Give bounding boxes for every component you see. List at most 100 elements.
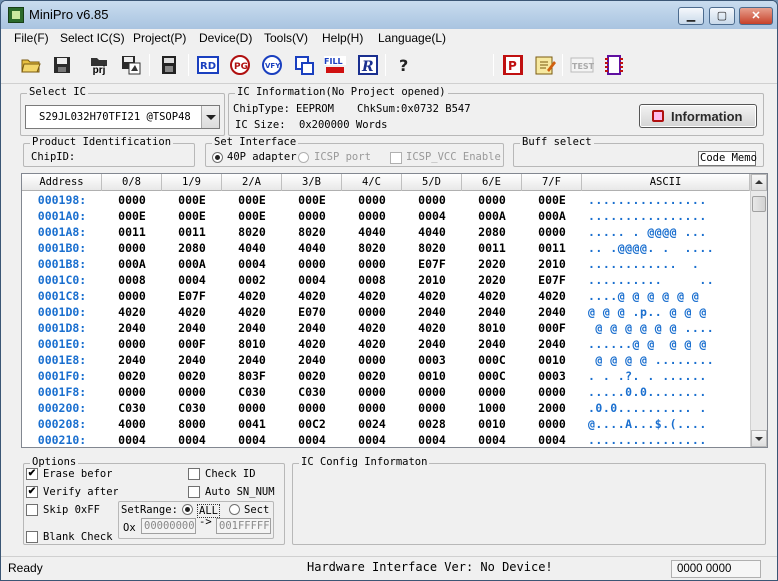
hex-cell[interactable]: 000A	[462, 208, 522, 224]
hex-cell[interactable]: 0000	[342, 256, 402, 272]
maximize-button[interactable]: ▢	[709, 7, 735, 25]
hex-cell[interactable]: 0000	[342, 352, 402, 368]
ascii-cell[interactable]: ......@ @ @ @ @	[582, 336, 750, 352]
table-row[interactable]: 000198: 0000 000E 000E 000E 0000 0000 0000 000E.…	[22, 192, 750, 208]
ascii-cell[interactable]: . . .?. . ......	[582, 368, 750, 384]
vertical-scrollbar[interactable]	[750, 174, 767, 447]
erase-before-checkbox[interactable]: ✔	[26, 468, 38, 480]
ascii-cell[interactable]: ................	[582, 208, 750, 224]
hex-cell[interactable]: 0020	[342, 368, 402, 384]
hex-cell[interactable]: 0000	[102, 192, 162, 208]
hex-cell[interactable]: 4000	[102, 416, 162, 432]
hex-cell[interactable]: 0000	[342, 304, 402, 320]
hex-cell[interactable]: 2020	[462, 256, 522, 272]
ascii-cell[interactable]: ................	[582, 192, 750, 208]
hex-cell[interactable]: 0000	[342, 400, 402, 416]
menu-device[interactable]: Device(D)	[199, 31, 252, 45]
hex-cell[interactable]: 0000	[402, 384, 462, 400]
hex-cell[interactable]: 4040	[402, 224, 462, 240]
hex-cell[interactable]: 000E	[162, 208, 222, 224]
skip-0xff-checkbox[interactable]	[26, 504, 38, 516]
information-button[interactable]: Information	[639, 104, 757, 128]
edit-notes-icon[interactable]	[533, 53, 557, 77]
hex-cell[interactable]: 2040	[222, 352, 282, 368]
hex-cell[interactable]: C030	[282, 384, 342, 400]
menu-file[interactable]: File(F)	[14, 31, 49, 45]
hex-cell[interactable]: 0004	[282, 272, 342, 288]
hex-cell[interactable]: 0024	[342, 416, 402, 432]
production-mode-icon[interactable]: P	[501, 53, 525, 77]
hex-cell[interactable]: 0000	[162, 384, 222, 400]
hex-cell[interactable]: 2040	[222, 320, 282, 336]
hex-cell[interactable]: 2040	[162, 352, 222, 368]
hex-cell[interactable]: 8010	[462, 320, 522, 336]
ascii-cell[interactable]: @ @ @ .p.. @ @ @	[582, 304, 750, 320]
hex-cell[interactable]: 0000	[282, 208, 342, 224]
icsp-vcc-checkbox[interactable]	[390, 152, 402, 164]
hex-cell[interactable]: 000E	[522, 192, 582, 208]
verify-chip-icon[interactable]: VFY	[260, 53, 284, 77]
hex-cell[interactable]: 4020	[402, 320, 462, 336]
hex-cell[interactable]: 0010	[402, 368, 462, 384]
hex-cell[interactable]: 2010	[402, 272, 462, 288]
table-row[interactable]: 0001E0: 0000 000F 8010 4020 4020 2040 2040 2040.…	[22, 336, 750, 352]
ascii-cell[interactable]: .....0.0........	[582, 384, 750, 400]
check-id-checkbox[interactable]	[188, 468, 200, 480]
hex-cell[interactable]: 8020	[222, 224, 282, 240]
hex-cell[interactable]: 0011	[522, 240, 582, 256]
menu-help[interactable]: Help(H)	[322, 31, 363, 45]
hex-cell[interactable]: 2010	[522, 256, 582, 272]
hex-cell[interactable]: 000A	[522, 208, 582, 224]
hex-cell[interactable]: 0010	[462, 416, 522, 432]
hex-cell[interactable]: 4040	[282, 240, 342, 256]
hex-cell[interactable]: 2040	[402, 304, 462, 320]
hex-cell[interactable]: 0000	[402, 192, 462, 208]
hex-cell[interactable]: E07F	[522, 272, 582, 288]
blank-check-checkbox[interactable]	[26, 531, 38, 543]
hex-cell[interactable]: 0000	[522, 224, 582, 240]
auto-sn-checkbox[interactable]	[188, 486, 200, 498]
read-ic-id-icon[interactable]: R	[356, 53, 380, 77]
table-row[interactable]: 0001D0: 4020 4020 4020 E070 0000 2040 2040 2040 @…	[22, 304, 750, 320]
hex-cell[interactable]: 0000	[102, 384, 162, 400]
menu-project[interactable]: Project(P)	[133, 31, 186, 45]
hex-cell[interactable]: 4020	[462, 288, 522, 304]
hex-cell[interactable]: 0000	[462, 384, 522, 400]
hex-cell[interactable]: 0041	[222, 416, 282, 432]
table-row[interactable]: 0001F8: 0000 0000 C030 C030 0000 0000 0000 0000.…	[22, 384, 750, 400]
hex-cell[interactable]: 4020	[222, 288, 282, 304]
hex-cell[interactable]: E070	[282, 304, 342, 320]
hex-cell[interactable]: 0004	[402, 432, 462, 447]
hex-cell[interactable]: 4020	[102, 304, 162, 320]
hex-cell[interactable]: 0004	[462, 432, 522, 447]
hex-cell[interactable]: 803F	[222, 368, 282, 384]
table-row[interactable]: 000200: C030 C030 0000 0000 0000 0000 1000 2000.…	[22, 400, 750, 416]
hex-cell[interactable]: E07F	[162, 288, 222, 304]
hex-cell[interactable]: 000E	[162, 192, 222, 208]
hex-cell[interactable]: 000F	[522, 320, 582, 336]
hex-cell[interactable]: 00C2	[282, 416, 342, 432]
hex-cell[interactable]: 0008	[342, 272, 402, 288]
hex-cell[interactable]: 0004	[402, 208, 462, 224]
fill-buffer-icon[interactable]: FILL	[323, 53, 347, 77]
table-row[interactable]: 000210: 0004 0004 0004 0004 0004 0004 0004 0004.…	[22, 432, 750, 447]
hex-cell[interactable]: 0003	[522, 368, 582, 384]
hex-cell[interactable]: 0004	[162, 272, 222, 288]
open-folder-icon[interactable]	[19, 53, 43, 77]
hex-cell[interactable]: 0004	[222, 432, 282, 447]
radio-icsp-port[interactable]	[298, 152, 309, 163]
ascii-cell[interactable]: .......... ..	[582, 272, 750, 288]
hex-cell[interactable]: C030	[162, 400, 222, 416]
menu-language[interactable]: Language(L)	[378, 31, 446, 45]
hex-cell[interactable]: 8010	[222, 336, 282, 352]
table-row[interactable]: 0001B0: 0000 2080 4040 4040 8020 8020 0011 0011.…	[22, 240, 750, 256]
hex-cell[interactable]: 4020	[282, 288, 342, 304]
hex-cell[interactable]: 0000	[282, 400, 342, 416]
hex-cell[interactable]: 000E	[102, 208, 162, 224]
verify-after-checkbox[interactable]: ✔	[26, 486, 38, 498]
hex-cell[interactable]: 2040	[162, 320, 222, 336]
hex-cell[interactable]: 8020	[402, 240, 462, 256]
hex-cell[interactable]: 4020	[522, 288, 582, 304]
hex-cell[interactable]: 000C	[462, 352, 522, 368]
hex-cell[interactable]: 0028	[402, 416, 462, 432]
